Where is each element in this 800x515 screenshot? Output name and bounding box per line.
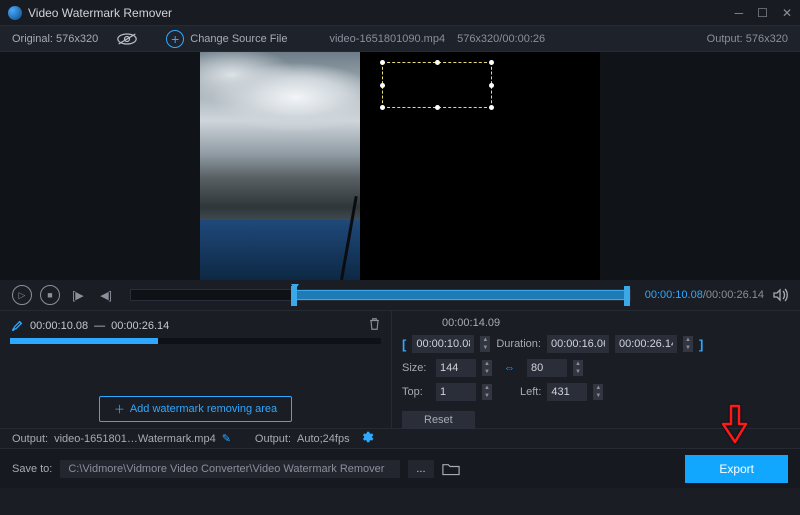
- width-input[interactable]: [436, 359, 476, 377]
- watermark-selection-box[interactable]: [382, 62, 492, 108]
- video-frame[interactable]: [200, 52, 600, 280]
- settings-pane: 00:00:10.08 — 00:00:26.14 ＋Add watermark…: [0, 310, 800, 428]
- open-folder-icon[interactable]: [442, 462, 460, 476]
- volume-icon[interactable]: [772, 287, 788, 303]
- playback-controls: ▷ ■ [▶ ◀] 00:00:10.08/00:00:26.14: [0, 280, 800, 310]
- edit-filename-icon[interactable]: ✎: [222, 432, 231, 445]
- export-button[interactable]: Export: [685, 455, 788, 483]
- add-area-button[interactable]: ＋Add watermark removing area: [99, 396, 292, 422]
- brush-icon: [10, 319, 24, 333]
- output-file-label: Output:: [12, 433, 48, 445]
- output-res-label: Output:: [707, 33, 743, 45]
- spin-up[interactable]: ▲: [480, 336, 490, 344]
- size-label: Size:: [402, 362, 430, 374]
- duration-label: Duration:: [496, 338, 541, 350]
- output-filename: video-1651801…Watermark.mp4: [54, 433, 216, 445]
- height-input[interactable]: [527, 359, 567, 377]
- left-label: Left:: [520, 386, 541, 398]
- bottom-bar: Save to: C:\Vidmore\Vidmore Video Conver…: [0, 448, 800, 488]
- output-bar: Output: video-1651801…Watermark.mp4 ✎ Ou…: [0, 428, 800, 448]
- maximize-button[interactable]: ☐: [757, 6, 768, 20]
- annotation-arrow-icon: [722, 404, 748, 447]
- reset-button[interactable]: Reset: [402, 411, 475, 429]
- play-button[interactable]: ▷: [12, 285, 32, 305]
- segment-bar[interactable]: [10, 338, 381, 344]
- settings-icon[interactable]: [360, 430, 374, 447]
- timeline[interactable]: [130, 289, 631, 301]
- spin-down[interactable]: ▼: [480, 344, 490, 352]
- titlebar: Video Watermark Remover ─ ☐ ✕: [0, 0, 800, 26]
- spin-up[interactable]: ▲: [683, 336, 693, 344]
- close-button[interactable]: ✕: [782, 6, 792, 20]
- duration-input[interactable]: [547, 335, 609, 353]
- plus-icon: ＋: [114, 401, 125, 417]
- bracket-open-icon[interactable]: [: [402, 337, 406, 352]
- set-in-button[interactable]: [▶: [68, 285, 88, 305]
- set-out-button[interactable]: ◀]: [96, 285, 116, 305]
- time-readout: 00:00:10.08/00:00:26.14: [645, 289, 764, 301]
- playhead-time: 00:00:14.09: [442, 317, 500, 329]
- segment-end: 00:00:26.14: [111, 320, 169, 332]
- spin-down[interactable]: ▼: [683, 344, 693, 352]
- app-logo-icon: [8, 6, 22, 20]
- change-source-label: Change Source File: [190, 33, 287, 45]
- preview-toggle-icon[interactable]: [116, 32, 138, 46]
- link-aspect-icon[interactable]: ⇔: [504, 362, 515, 374]
- top-label: Top:: [402, 386, 430, 398]
- source-resolution-time: 576x320/00:00:26: [457, 33, 545, 45]
- timeline-selection[interactable]: [291, 290, 630, 300]
- video-preview: [0, 52, 800, 280]
- info-bar: Original: 576x320 + Change Source File v…: [0, 26, 800, 52]
- end-time-input[interactable]: [615, 335, 677, 353]
- stop-button[interactable]: ■: [40, 285, 60, 305]
- output-res-value: 576x320: [746, 33, 788, 45]
- change-source-button[interactable]: + Change Source File: [166, 30, 287, 48]
- segment-row: 00:00:10.08 — 00:00:26.14: [10, 317, 381, 334]
- left-input[interactable]: [547, 383, 587, 401]
- source-filename: video-1651801090.mp4: [329, 33, 445, 45]
- delete-segment-button[interactable]: [368, 317, 381, 334]
- plus-circle-icon: +: [166, 30, 184, 48]
- original-resolution: 576x320: [56, 33, 98, 45]
- start-time-input[interactable]: [412, 335, 474, 353]
- output-format-label: Output:: [255, 433, 291, 445]
- save-to-label: Save to:: [12, 463, 52, 475]
- browse-path-button[interactable]: ...: [408, 460, 433, 478]
- output-format: Auto;24fps: [297, 433, 350, 445]
- segment-start: 00:00:10.08: [30, 320, 88, 332]
- top-input[interactable]: [436, 383, 476, 401]
- timeline-handle-right[interactable]: [624, 286, 630, 306]
- save-path: C:\Vidmore\Vidmore Video Converter\Video…: [60, 460, 400, 478]
- app-title: Video Watermark Remover: [28, 6, 172, 20]
- original-label: Original:: [12, 33, 53, 45]
- minimize-button[interactable]: ─: [735, 6, 744, 20]
- timeline-playhead-icon[interactable]: [291, 284, 299, 290]
- bracket-close-icon[interactable]: ]: [699, 337, 703, 352]
- segments-panel: 00:00:10.08 — 00:00:26.14 ＋Add watermark…: [0, 311, 392, 428]
